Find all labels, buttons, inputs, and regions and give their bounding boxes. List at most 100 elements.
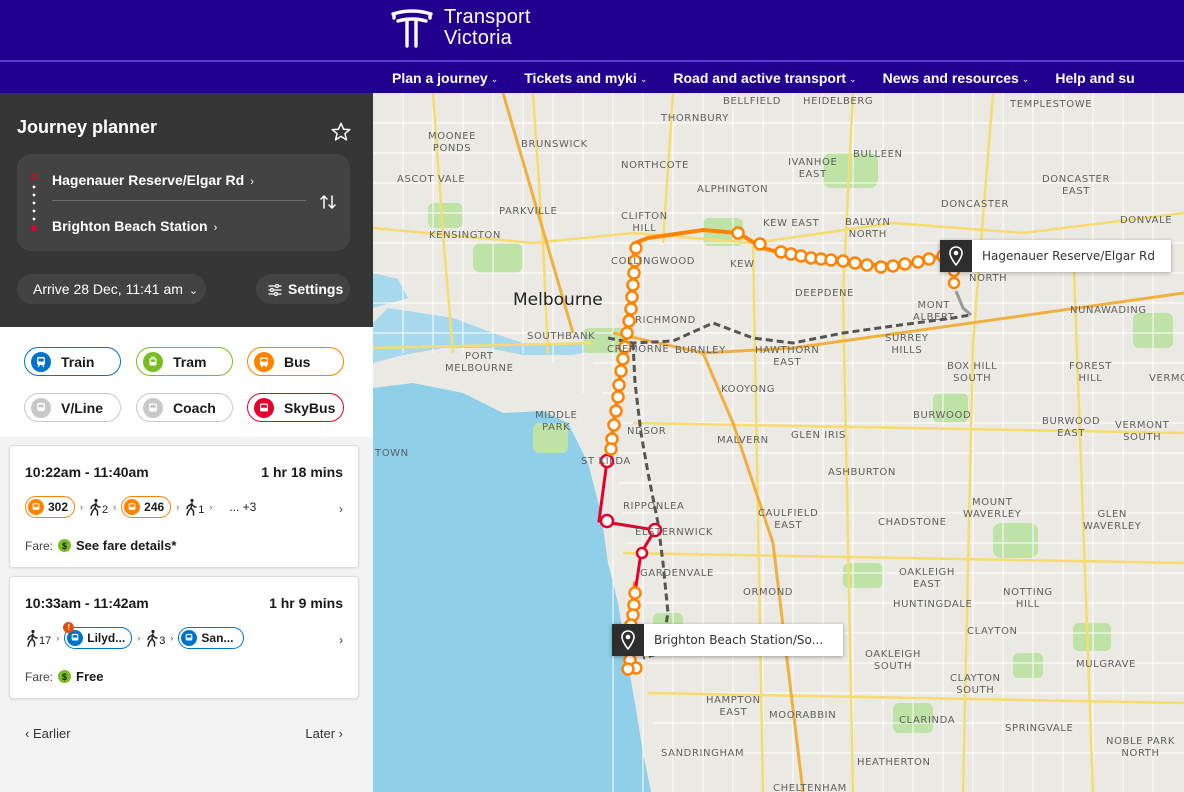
train-leg-chip: ! Lilyd... xyxy=(63,622,133,649)
map-label: SPRINGVALE xyxy=(1005,723,1074,734)
fare-label: Fare: xyxy=(25,538,54,553)
chevron-right-icon: › xyxy=(213,222,218,234)
origin-field[interactable]: Hagenauer Reserve/Elgar Rd › xyxy=(52,172,254,188)
map-label: HAMPTON EAST xyxy=(706,695,761,718)
star-icon[interactable] xyxy=(330,121,352,143)
map-label: MIDDLE PARK xyxy=(535,410,578,433)
destination-field[interactable]: Brighton Beach Station › xyxy=(52,218,217,234)
tram-icon xyxy=(143,351,163,372)
map-label: TEMPLESTOWE xyxy=(1010,99,1093,110)
brand-line-2: Victoria xyxy=(444,27,512,49)
nav-tickets-myki[interactable]: Tickets and myki ⌄ xyxy=(524,70,647,86)
journey-map[interactable]: BELLFIELD HEIDELBERG TEMPLESTOWE THORNBU… xyxy=(373,93,1184,792)
map-label: RICHMOND xyxy=(635,315,696,326)
chevron-right-icon: › xyxy=(335,726,343,741)
map-label: HEIDELBERG xyxy=(803,96,874,107)
map-label: BOX HILL SOUTH xyxy=(947,361,998,384)
nav-plan-journey[interactable]: Plan a journey ⌄ xyxy=(392,70,498,86)
chevron-right-icon: › xyxy=(339,633,343,647)
map-label: BURWOOD xyxy=(913,410,972,421)
map-label: CHELTENHAM xyxy=(773,783,847,792)
vline-train-icon xyxy=(31,397,51,418)
map-label: DEEPDENE xyxy=(795,288,854,299)
destination-pin[interactable]: Brighton Beach Station/So... xyxy=(612,624,844,656)
journey-planner-panel: Journey planner Hagenauer Reserve/Elgar … xyxy=(0,93,373,792)
bus-icon xyxy=(254,351,274,372)
map-label: DONVALE xyxy=(1120,215,1173,226)
map-label: NOBLE PARK NORTH xyxy=(1106,736,1176,759)
transport-victoria-logo[interactable]: Transport Victoria xyxy=(390,7,531,49)
fare-value: Free xyxy=(76,669,104,684)
map-label: BURWOOD EAST xyxy=(1042,416,1101,439)
mode-label: Bus xyxy=(284,353,311,370)
mode-coach-toggle[interactable]: Coach xyxy=(136,393,233,422)
chevron-left-icon: ‹ xyxy=(25,726,33,741)
location-pin-icon xyxy=(940,240,972,272)
later-button[interactable]: Later › xyxy=(305,726,343,741)
fare-link[interactable]: See fare details* xyxy=(76,538,176,553)
map-label: OAKLEIGH EAST xyxy=(899,567,956,590)
map-label: ASHBURTON xyxy=(828,467,896,478)
chevron-down-icon: ⌄ xyxy=(490,74,499,84)
route-number: 302 xyxy=(48,500,69,514)
map-label: VERMONT SOUTH xyxy=(1115,420,1170,443)
map-label: ELSTERNWICK xyxy=(635,527,714,538)
origin-pin[interactable]: Hagenauer Reserve/Elgar Rd xyxy=(940,240,1171,272)
walk-icon xyxy=(27,629,38,647)
chevron-right-icon: › xyxy=(250,176,254,188)
mode-label: Train xyxy=(61,353,95,370)
map-label: GLEN WAVERLEY xyxy=(1083,509,1142,532)
chevron-right-icon: › xyxy=(137,633,141,643)
map-label: NUNAWADING xyxy=(1070,305,1147,316)
train-icon xyxy=(181,630,198,646)
walk-leg: 1 xyxy=(184,498,204,516)
arrive-time-selector[interactable]: Arrive 28 Dec, 11:41 am ⌄ xyxy=(17,274,206,304)
walk-leg: 3 xyxy=(145,629,165,647)
mode-tram-toggle[interactable]: Tram xyxy=(136,347,233,376)
map-label: MONT ALBERT xyxy=(913,300,955,323)
planner-header: Journey planner Hagenauer Reserve/Elgar … xyxy=(0,93,373,327)
route-dots-icon xyxy=(30,174,38,231)
nav-help-support[interactable]: Help and su xyxy=(1055,70,1134,86)
journey-option-1[interactable]: 10:22am - 11:40am 1 hr 18 mins 302 › 2 ›… xyxy=(9,445,359,568)
main-nav: Plan a journey ⌄ Tickets and myki ⌄ Road a… xyxy=(0,60,1184,93)
journey-time: 10:22am - 11:40am xyxy=(25,464,149,480)
train-icon xyxy=(31,351,51,372)
chevron-right-icon: › xyxy=(170,633,174,643)
earlier-button[interactable]: ‹ Earlier xyxy=(25,726,71,741)
mode-filters: Train Tram Bus V/Line Coach SkyBus xyxy=(0,327,373,437)
walk-icon xyxy=(147,629,159,647)
mode-bus-toggle[interactable]: Bus xyxy=(247,347,344,376)
destination-pin-label: Brighton Beach Station/So... xyxy=(654,633,824,647)
nav-road-active[interactable]: Road and active transport ⌄ xyxy=(673,70,856,86)
mode-train-toggle[interactable]: Train xyxy=(24,347,121,376)
train-leg-chip: San... xyxy=(178,627,245,649)
chevron-right-icon: › xyxy=(56,633,60,643)
journey-option-2[interactable]: 10:33am - 11:42am 1 hr 9 mins 17 › ! Lil… xyxy=(9,576,359,699)
map-label: SOUTHBANK xyxy=(527,331,596,342)
walk-minutes: 3 xyxy=(159,635,166,647)
map-label: HUNTINGDALE xyxy=(893,599,973,610)
map-label: CAULFIELD EAST xyxy=(758,508,819,531)
journey-legs: 302 › 2 › 246 › 1 › ... +3 xyxy=(25,496,256,518)
arrive-label: Arrive 28 Dec, 11:41 am xyxy=(33,281,183,297)
nav-news-resources[interactable]: News and resources ⌄ xyxy=(883,70,1030,86)
mode-vline-toggle[interactable]: V/Line xyxy=(24,393,121,422)
route-card: Hagenauer Reserve/Elgar Rd › Brighton Bea… xyxy=(17,154,350,251)
map-label: COLLINGWOOD xyxy=(611,256,696,267)
bus-icon xyxy=(124,499,141,515)
map-label: NORTH xyxy=(969,273,1008,284)
map-label: KEW EAST xyxy=(763,218,820,229)
settings-button[interactable]: Settings xyxy=(256,274,350,304)
mode-skybus-toggle[interactable]: SkyBus xyxy=(247,393,344,422)
walk-leg: 17 xyxy=(25,629,51,647)
swap-icon[interactable] xyxy=(318,192,338,212)
map-label: KOOYONG xyxy=(721,384,776,395)
map-label: FOREST HILL xyxy=(1069,361,1112,384)
map-label: GLEN IRIS xyxy=(791,430,846,441)
chevron-right-icon: › xyxy=(339,502,343,516)
chevron-right-icon: › xyxy=(113,502,117,512)
map-label: MULGRAVE xyxy=(1076,659,1136,670)
chevron-right-icon: › xyxy=(209,502,213,512)
map-label: RIPPONLEA xyxy=(623,501,685,512)
